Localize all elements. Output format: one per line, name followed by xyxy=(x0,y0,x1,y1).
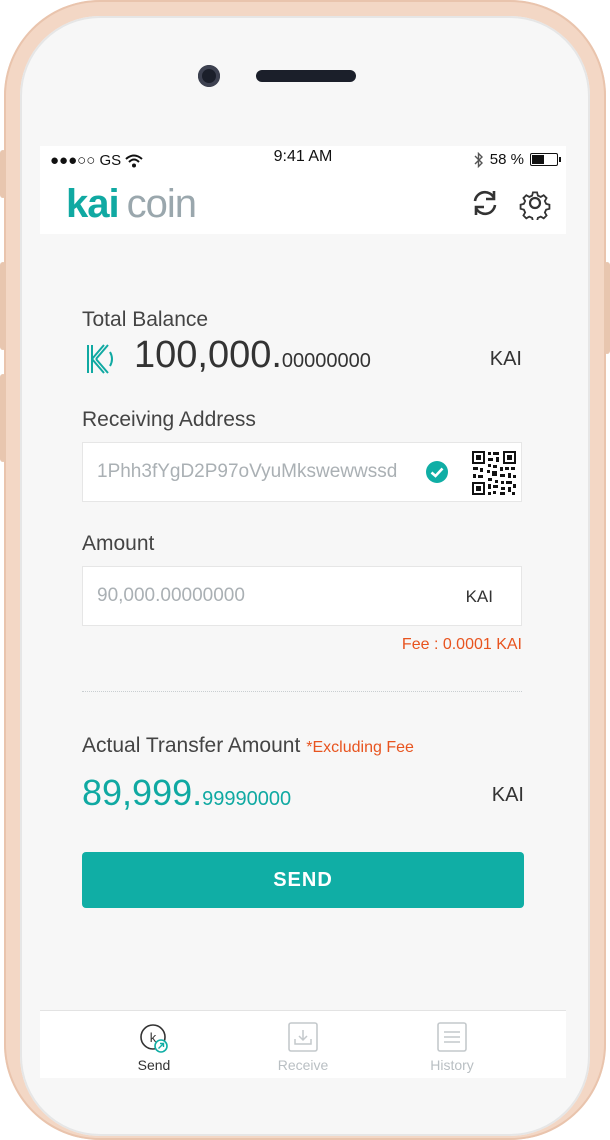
qr-code-icon[interactable] xyxy=(471,450,517,496)
send-button[interactable]: SEND xyxy=(82,852,524,908)
balance-decimal: 00000000 xyxy=(281,350,371,372)
tab-history-label: History xyxy=(430,1057,474,1073)
balance-amount: 100,000.00000000 xyxy=(134,334,371,377)
earpiece-speaker xyxy=(256,70,356,82)
actual-transfer-title: Actual Transfer Amount xyxy=(82,734,301,757)
gear-icon[interactable] xyxy=(518,186,552,220)
transfer-unit: KAI xyxy=(491,784,524,806)
kaicoin-logo: kai coin xyxy=(66,182,197,227)
tab-receive[interactable]: Receive xyxy=(253,1021,353,1073)
battery-percent: 58 % xyxy=(489,151,524,168)
send-icon: k xyxy=(140,1024,168,1053)
volume-down-button xyxy=(0,374,6,462)
section-divider xyxy=(82,691,522,692)
transfer-amount: 89,999.99990000 xyxy=(82,772,291,814)
amount-field[interactable]: 90,000.00000000 KAI xyxy=(82,566,522,626)
receiving-address-field[interactable]: 1Phh3fYgD2P97oVyuMkswewwssd xyxy=(82,442,522,502)
refresh-icon[interactable] xyxy=(468,186,502,220)
receiving-address-label: Receiving Address xyxy=(82,408,256,431)
total-balance-label: Total Balance xyxy=(82,308,209,331)
excluding-fee-note: *Excluding Fee xyxy=(306,739,414,756)
balance-integer: 100,000. xyxy=(134,334,282,376)
volume-up-button xyxy=(0,262,6,350)
tab-receive-label: Receive xyxy=(277,1057,329,1073)
amount-unit: KAI xyxy=(465,587,493,606)
amount-label: Amount xyxy=(82,532,155,555)
actual-transfer-label: Actual Transfer Amount *Excluding Fee xyxy=(82,734,414,758)
receive-icon xyxy=(288,1022,318,1052)
battery-icon xyxy=(530,153,561,166)
status-bar: ●●●○○ GS 9:41 AM 58 % xyxy=(40,146,566,174)
history-icon xyxy=(437,1022,467,1052)
tab-send-label: Send xyxy=(137,1057,171,1073)
mute-switch xyxy=(0,150,6,198)
transfer-decimal: 99990000 xyxy=(202,788,292,810)
app-screen: ●●●○○ GS 9:41 AM 58 % kai coin Total Bal… xyxy=(40,146,566,1078)
tab-history[interactable]: History xyxy=(402,1021,502,1073)
tab-send[interactable]: k Send xyxy=(104,1021,204,1073)
balance-unit: KAI xyxy=(489,348,522,370)
receiving-address-value[interactable]: 1Phh3fYgD2P97oVyuMkswewwssd xyxy=(97,461,397,483)
power-button xyxy=(604,262,610,354)
bottom-tab-bar: k Send Receive History xyxy=(40,1010,566,1078)
logo-coin: coin xyxy=(126,182,197,226)
front-camera xyxy=(198,65,220,87)
amount-value[interactable]: 90,000.00000000 xyxy=(97,585,245,607)
fee-text: Fee : 0.0001 KAI xyxy=(401,636,522,653)
app-header: kai coin xyxy=(40,174,566,234)
logo-kai: kai xyxy=(66,182,120,226)
transfer-integer: 89,999. xyxy=(82,772,203,813)
check-circle-icon xyxy=(426,461,448,483)
total-balance: 100,000.00000000 KAI xyxy=(82,334,522,380)
kai-token-icon xyxy=(87,344,113,374)
bluetooth-icon xyxy=(474,151,483,168)
